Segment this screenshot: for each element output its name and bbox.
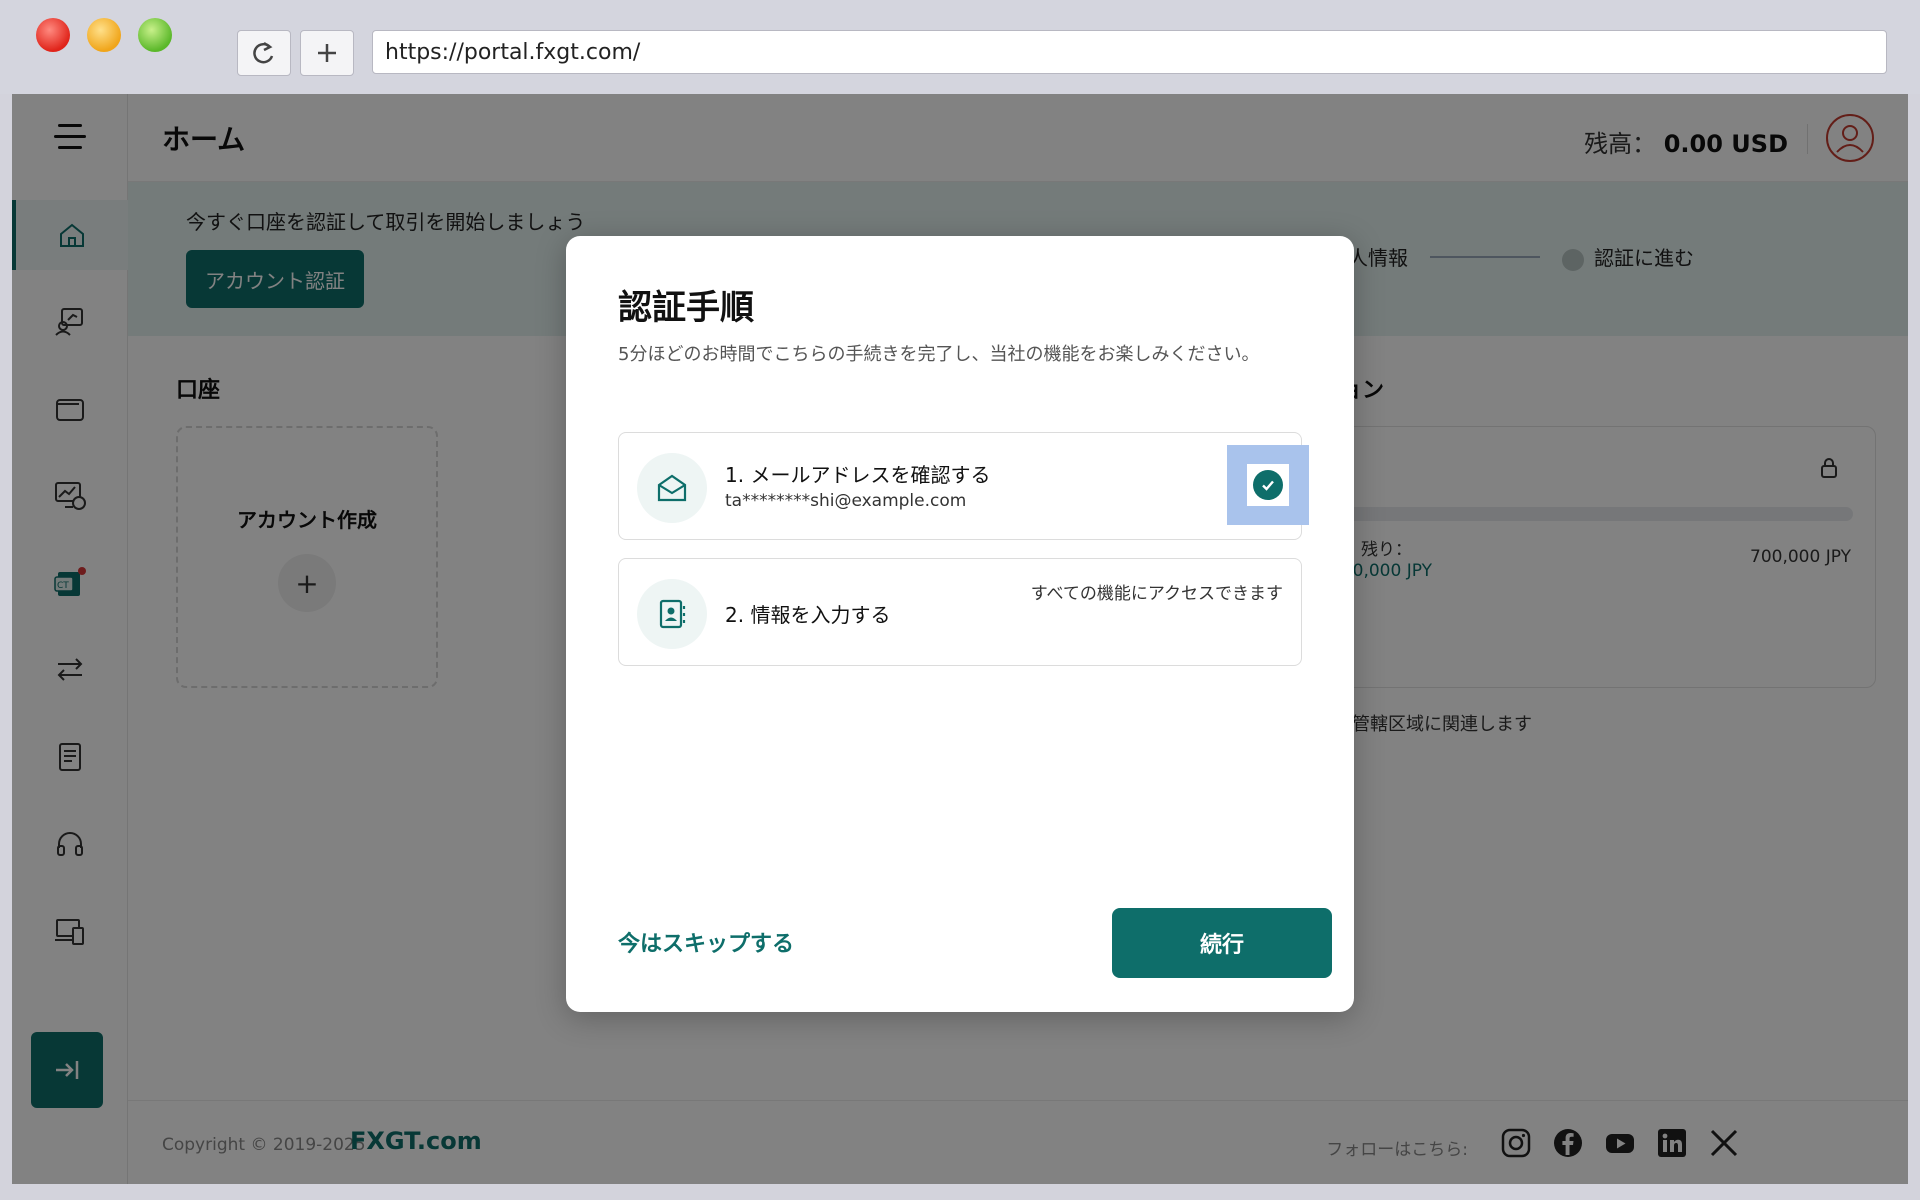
verification-modal: 認証手順 5分ほどのお時間でこちらの手続きを完了し、当社の機能をお楽しみください… <box>566 236 1354 1012</box>
app-viewport: CT ホーム 残高： 0.00 USD 今すぐ口座を認証して取引を開始しましょう… <box>12 94 1908 1184</box>
task-email: ta********shi@example.com <box>725 491 967 511</box>
task-verify-email[interactable]: 1. メールアドレスを確認する ta********shi@example.co… <box>618 432 1309 540</box>
maximize-window-button[interactable] <box>138 18 172 52</box>
browser-chrome: https://portal.fxgt.com/ <box>0 0 1920 94</box>
close-window-button[interactable] <box>36 18 70 52</box>
task-enter-info[interactable]: 2. 情報を入力する すべての機能にアクセスできます <box>618 558 1302 666</box>
reload-button[interactable] <box>237 30 291 76</box>
continue-button[interactable]: 続行 <box>1112 908 1332 978</box>
skip-link[interactable]: 今はスキップする <box>618 926 794 958</box>
url-bar[interactable]: https://portal.fxgt.com/ <box>372 30 1887 74</box>
plus-icon <box>318 44 336 62</box>
reload-icon <box>253 41 274 64</box>
task-complete-indicator <box>1227 445 1309 525</box>
check-icon <box>1253 470 1283 500</box>
modal-title: 認証手順 <box>618 288 754 328</box>
task-note: すべての機能にアクセスできます <box>1030 584 1283 604</box>
task-title: 2. 情報を入力する <box>725 603 891 627</box>
contact-card-icon <box>637 579 707 649</box>
envelope-icon <box>637 453 707 523</box>
minimize-window-button[interactable] <box>87 18 121 52</box>
task-title: 1. メールアドレスを確認する <box>725 463 991 487</box>
modal-subtitle: 5分ほどのお時間でこちらの手続きを完了し、当社の機能をお楽しみください。 <box>618 344 1260 365</box>
new-tab-button[interactable] <box>300 30 354 76</box>
